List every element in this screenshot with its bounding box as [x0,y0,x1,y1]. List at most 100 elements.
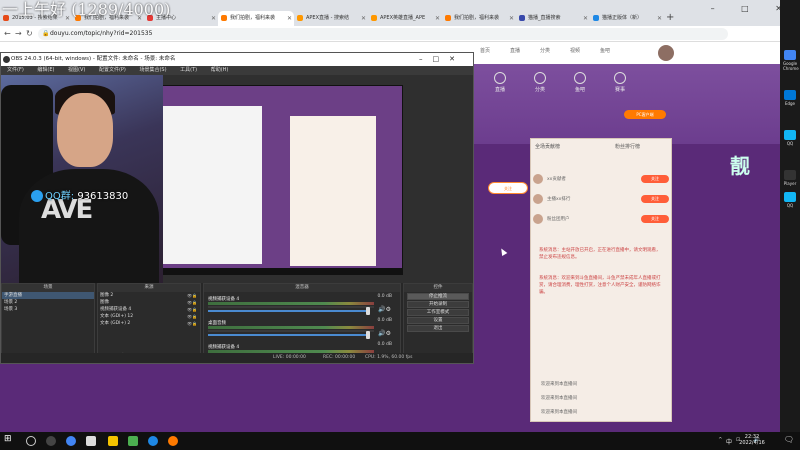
menu-file[interactable]: 文件(F) [7,67,24,73]
menu-view[interactable]: 视图(V) [68,67,85,73]
qq-group-overlay: QQ群: 93613830 [31,187,128,202]
source-item[interactable]: 图像 2 👁🔒 [98,292,200,299]
volume-slider[interactable] [208,334,368,336]
browser-tab[interactable]: 猫播_直播搜索 ✕ [516,11,590,26]
desktop-shortcut[interactable]: Player [783,170,797,186]
slider-handle[interactable] [366,331,370,339]
visibility-lock-icon[interactable]: 👁🔒 [187,313,197,320]
dock-title: 场景 [2,284,94,292]
user-avatar[interactable] [658,45,674,61]
visibility-lock-icon[interactable]: 👁🔒 [187,292,197,299]
address-bar[interactable] [38,28,728,40]
menu-edit[interactable]: 编辑(E) [37,67,54,73]
source-item[interactable]: 文本 (GDI+) 12 👁🔒 [98,313,200,320]
source-item[interactable]: 文本 (GDI+) 2 👁🔒 [98,320,200,327]
new-tab-button[interactable]: + [666,11,674,25]
close-icon[interactable]: ✕ [361,11,366,26]
controls-dock: 控件 停止推流 开始录制 工作室模式 设置 退出 [403,283,473,363]
follow-button[interactable]: 关注 [641,175,669,183]
banner-link[interactable]: 鱼吧 [560,72,600,93]
site-nav-link[interactable]: 鱼吧 [600,47,610,54]
slider-handle[interactable] [366,307,370,315]
app-icon[interactable] [128,436,138,446]
site-nav-link[interactable]: 直播 [510,47,520,54]
menu-scene-collection[interactable]: 场景集合(S) [139,67,166,73]
speaker-gear-icon[interactable]: 🔊⚙ [378,306,391,313]
speaker-gear-icon[interactable]: 🔊⚙ [378,330,391,337]
app-icon[interactable] [86,436,96,446]
close-icon[interactable]: ✕ [287,11,292,26]
exit-button[interactable]: 退出 [407,325,469,332]
follow-button[interactable]: 关注 [641,195,669,203]
pc-client-button[interactable]: PC客户端 [624,110,666,119]
stop-streaming-button[interactable]: 停止推流 [407,293,469,300]
obs-window-controls[interactable]: –□✕ [419,53,465,66]
circle-icon [494,72,506,84]
obs-taskbar-icon[interactable] [46,436,56,446]
follow-button[interactable]: 关注 [488,182,528,194]
site-nav-link[interactable]: 分类 [540,47,550,54]
banner-link[interactable]: 直播 [480,72,520,93]
mixer-channel: 视频捕获设备 4 0.0 dB 🔊⚙ [208,294,392,315]
menu-tools[interactable]: 工具(T) [180,67,197,73]
taskbar-clock[interactable]: 22:32 2022/4/16 [732,434,772,446]
desktop-shortcut[interactable]: QQ [783,130,797,146]
visibility-lock-icon[interactable]: 👁🔒 [187,299,197,306]
scene-item[interactable]: 手游直播 [2,292,94,299]
sources-dock: 来源 图像 2 👁🔒 图像 👁🔒 视频捕获设备 4 👁🔒 文本 (GDI+) 12 👁🔒… [97,283,201,363]
back-button[interactable]: ← [4,29,11,38]
clock-date: 2022/4/16 [739,440,765,446]
rec-timer: REC: 00:00:00 [323,355,356,360]
dock-title: 控件 [404,284,472,292]
close-icon[interactable]: ✕ [211,11,216,26]
close-icon[interactable]: ✕ [583,11,588,26]
menu-profile[interactable]: 配置文件(P) [99,67,126,73]
volume-slider[interactable] [208,310,368,312]
douyu-icon[interactable] [168,436,178,446]
source-item[interactable]: 图像 👁🔒 [98,299,200,306]
chrome-icon[interactable] [66,436,76,446]
app-icon[interactable] [148,436,158,446]
windows-start-icon[interactable]: ⊞ [4,434,14,444]
browser-tab[interactable]: 我们拍剧，福利来袭 ✕ [442,11,516,26]
site-nav-link[interactable]: 视频 [570,47,580,54]
visibility-lock-icon[interactable]: 👁🔒 [187,306,197,313]
banner-link[interactable]: 分类 [520,72,560,93]
start-recording-button[interactable]: 开始录制 [407,301,469,308]
studio-mode-button[interactable]: 工作室模式 [407,309,469,316]
site-banner: 直播 分类 鱼吧 赛事 [470,64,780,144]
search-icon[interactable] [26,436,36,446]
browser-tab[interactable]: APEX直播 - 搜索结 ✕ [294,11,368,26]
obs-title-bar[interactable]: OBS 24.0.3 (64-bit, windows) - 配置文件: 未命名… [1,53,473,66]
scene-item[interactable]: 场景 3 [2,306,94,313]
close-icon[interactable]: ✕ [509,11,514,26]
close-icon[interactable]: ✕ [435,11,440,26]
close-icon[interactable]: ✕ [657,11,662,26]
tab-title: 我们拍剧，福利来袭 [230,15,276,21]
forward-button[interactable]: → [15,29,22,38]
banner-link[interactable]: 赛事 [600,72,640,93]
chat-tab[interactable]: 粉丝排行榜 [615,143,749,150]
follow-button[interactable]: 关注 [641,215,669,223]
reload-button[interactable]: ↻ [26,29,33,38]
browser-tab[interactable]: APEX英雄直播_APE ✕ [368,11,442,26]
desktop-shortcut[interactable]: Edge [783,90,797,106]
scene-item[interactable]: 场景 2 [2,299,94,306]
tab-title: APEX英雄直播_APE [380,15,426,21]
visibility-lock-icon[interactable]: 👁🔒 [187,320,197,327]
notification-icon[interactable]: 🗨 [784,435,794,444]
settings-button[interactable]: 设置 [407,317,469,324]
obs-status-bar: LIVE: 00:00:00 REC: 00:00:00 CPU: 1.9%, … [1,353,473,363]
explorer-icon[interactable] [108,436,118,446]
windows-taskbar: ⊞ ^ ⊡ 🔊 中 22:32 2022/4/16 🗨 [0,432,800,450]
desktop-shortcut[interactable]: Google Chrome [783,50,799,71]
menu-help[interactable]: 帮助(H) [211,67,229,73]
volume-meter [208,326,374,329]
site-nav-link[interactable]: 首页 [480,47,490,54]
browser-tab-active[interactable]: 我们拍剧，福利来袭 ✕ [218,11,294,26]
browser-tab[interactable]: 猫播正版体（新） ✕ [590,11,664,26]
chat-message: 欢迎来到本直播间 [541,396,577,401]
volume-meter [208,330,374,332]
source-item[interactable]: 视频捕获设备 4 👁🔒 [98,306,200,313]
desktop-shortcut[interactable]: QQ [783,192,797,208]
